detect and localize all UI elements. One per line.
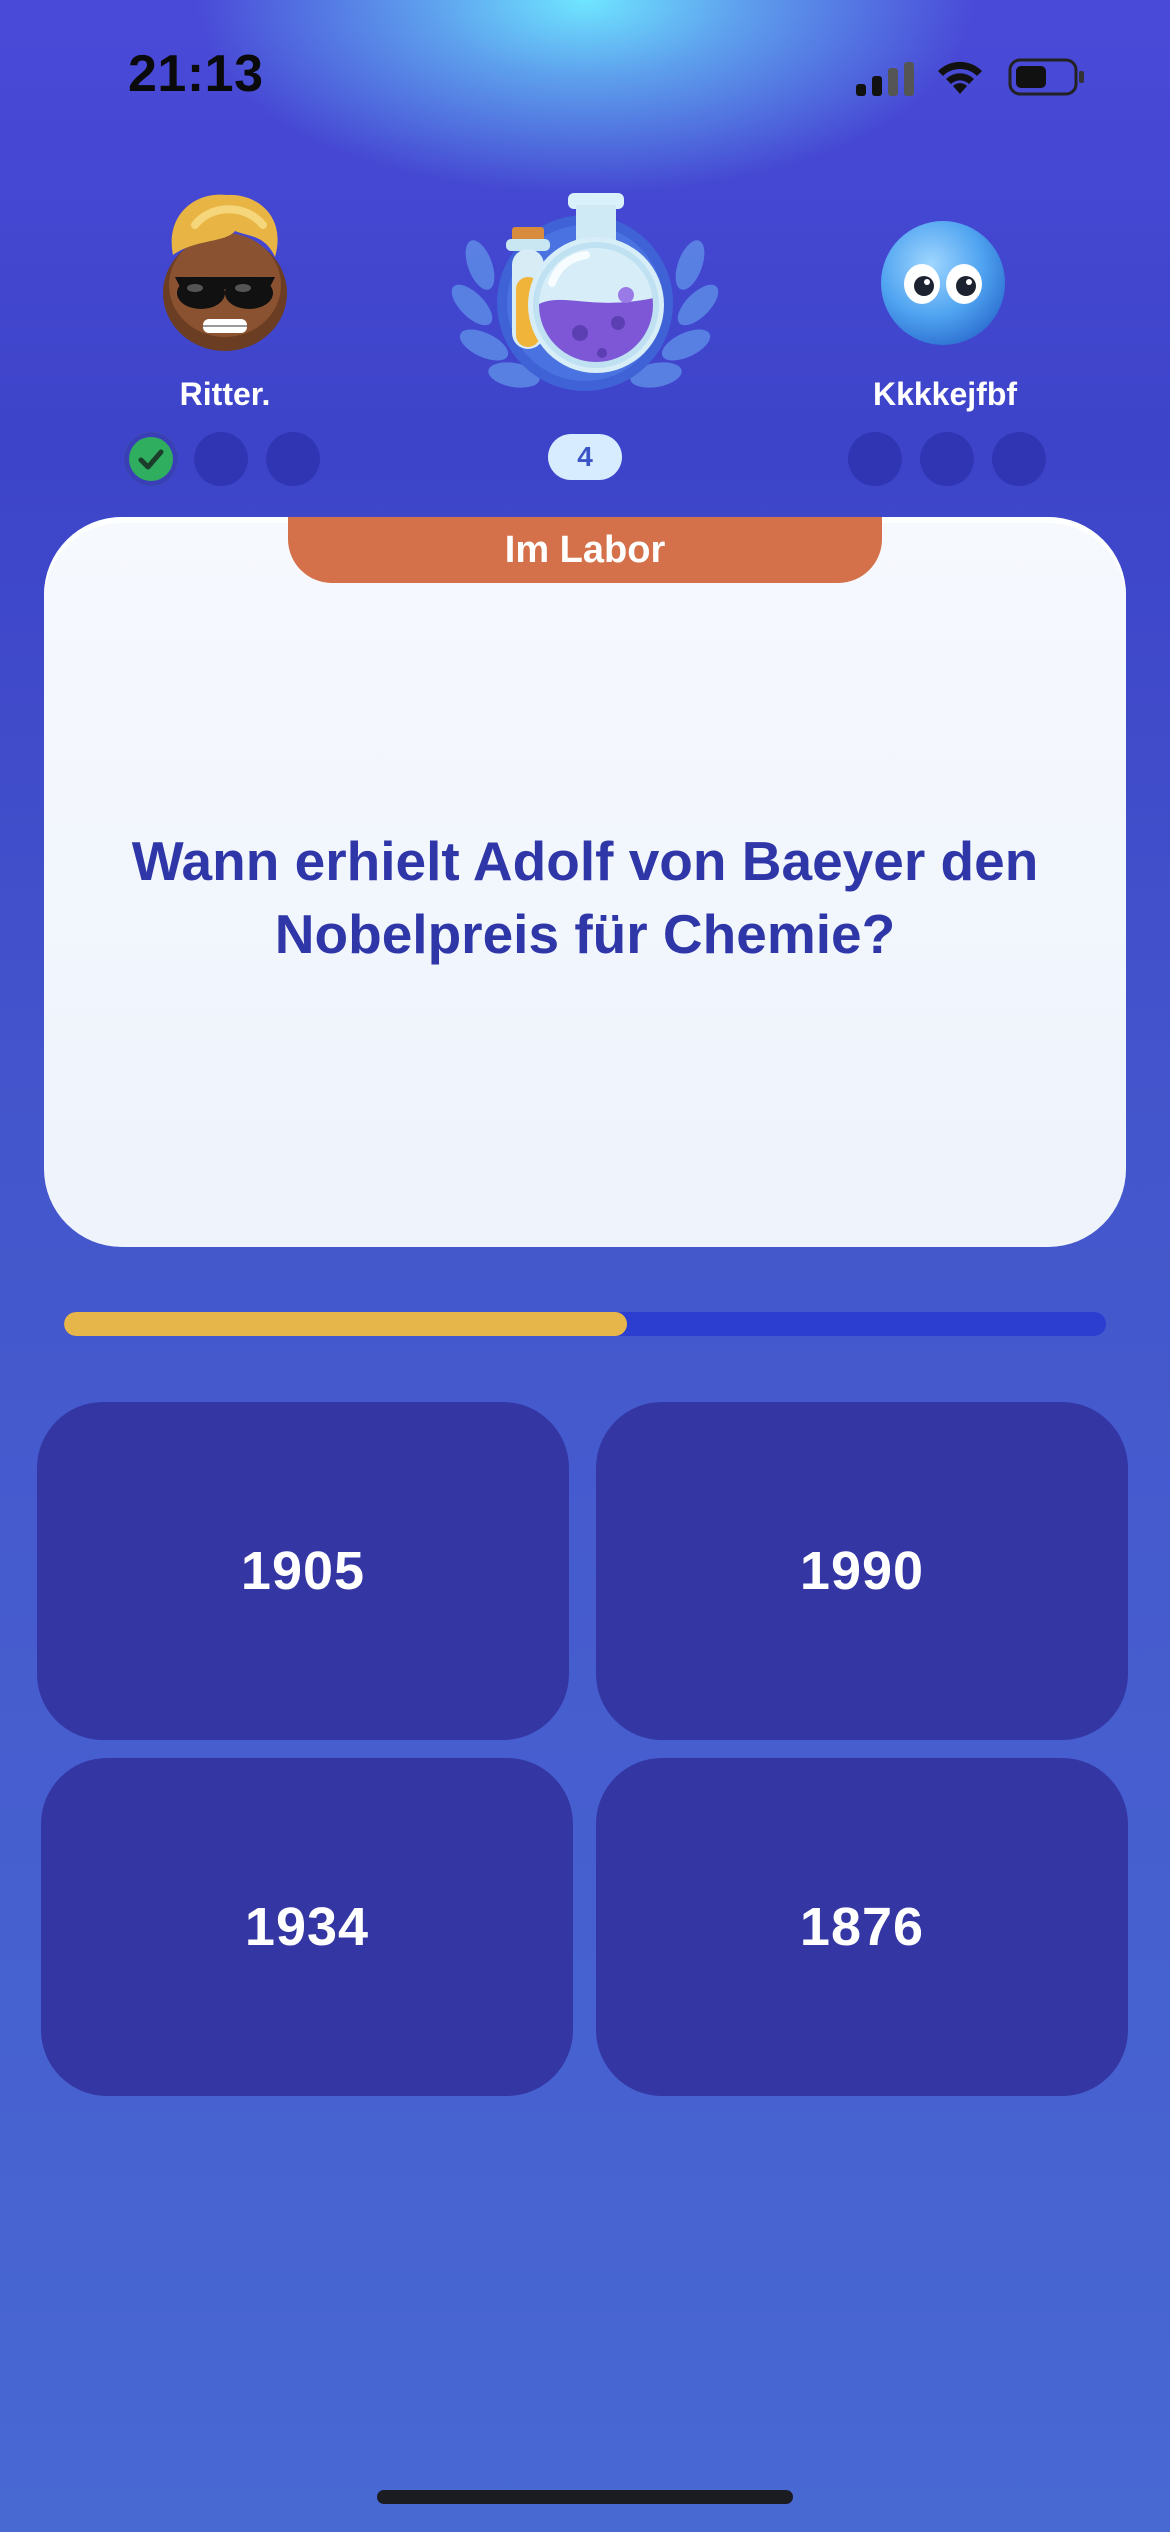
answer-button-2[interactable]: 1990 bbox=[596, 1402, 1128, 1740]
round-number-badge: 4 bbox=[548, 434, 622, 480]
category-label: Im Labor bbox=[288, 517, 882, 583]
player-right-result-1 bbox=[848, 432, 902, 486]
player-right-result-3 bbox=[992, 432, 1046, 486]
status-time: 21:13 bbox=[128, 45, 264, 103]
answer-button-3[interactable]: 1934 bbox=[41, 1758, 573, 2096]
question-text: Wann erhielt Adolf von Baeyer den Nobelp… bbox=[131, 830, 1039, 965]
signal-icon bbox=[856, 62, 914, 96]
player-left-avatar[interactable] bbox=[155, 185, 295, 355]
timer-bar bbox=[64, 1312, 1106, 1336]
player-left-result-3 bbox=[266, 432, 320, 486]
player-left-result-2 bbox=[194, 432, 248, 486]
battery-icon bbox=[1008, 58, 1086, 96]
player-left-name: Ritter. bbox=[179, 376, 271, 412]
answer-button-4[interactable]: 1876 bbox=[596, 1758, 1128, 2096]
player-left-result-1-correct bbox=[124, 432, 178, 486]
home-indicator[interactable] bbox=[377, 2490, 793, 2504]
checkmark-icon bbox=[138, 449, 164, 470]
chemistry-flask-icon bbox=[440, 185, 730, 415]
wifi-icon bbox=[934, 56, 986, 96]
timer-bar-fill bbox=[64, 1312, 627, 1336]
player-right-avatar[interactable] bbox=[878, 218, 1008, 348]
answer-button-1[interactable]: 1905 bbox=[37, 1402, 569, 1740]
player-right-name: Kkkkejfbf bbox=[872, 376, 1018, 412]
player-right-result-2 bbox=[920, 432, 974, 486]
